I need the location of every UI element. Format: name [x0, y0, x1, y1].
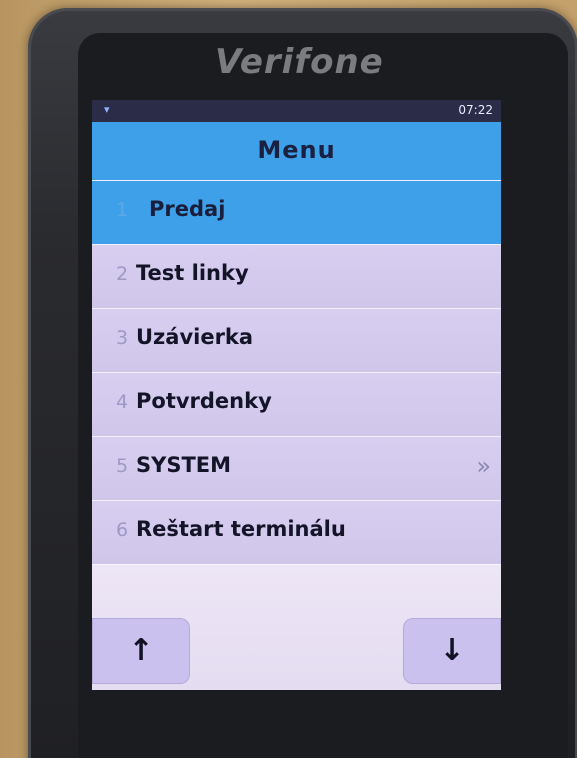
arrow-up-icon: ↑	[128, 633, 154, 668]
menu-item-label: Predaj	[149, 197, 226, 221]
menu-item-number: 1	[116, 199, 129, 221]
scroll-up-button[interactable]: ↑	[92, 618, 190, 684]
menu-item-number: 5	[116, 455, 129, 477]
menu-item-label: Test linky	[136, 261, 249, 285]
menu-item-number: 6	[116, 519, 129, 541]
scene: Verifone ▾ 07:22 Menu 1 Predaj 2 Test li…	[0, 0, 577, 758]
terminal-screen: ▾ 07:22 Menu 1 Predaj 2 Test linky 3 Uzá…	[92, 100, 501, 690]
menu-item-test-linky[interactable]: 2 Test linky	[92, 244, 501, 308]
scroll-down-button[interactable]: ↓	[403, 618, 501, 684]
wifi-icon: ▾	[104, 103, 110, 116]
menu-item-label: Reštart terminálu	[136, 517, 346, 541]
page-title: Menu	[257, 136, 336, 164]
menu-item-label: Uzávierka	[136, 325, 254, 349]
menu-item-label: Potvrdenky	[136, 389, 272, 413]
menu-item-predaj[interactable]: 1 Predaj	[92, 180, 501, 244]
chevron-right-double-icon: »	[476, 452, 491, 480]
arrow-down-icon: ↓	[439, 633, 465, 668]
status-bar: ▾ 07:22	[92, 100, 501, 122]
menu-header: Menu	[92, 122, 501, 180]
status-clock: 07:22	[458, 103, 493, 117]
brand-logo: Verifone	[215, 42, 384, 82]
menu-item-number: 4	[116, 391, 129, 413]
menu-item-system[interactable]: 5 SYSTEM »	[92, 436, 501, 500]
menu-item-number: 2	[116, 263, 129, 285]
menu-item-uzavierka[interactable]: 3 Uzávierka	[92, 308, 501, 372]
menu-item-label: SYSTEM	[136, 453, 232, 477]
menu-item-restart-terminalu[interactable]: 6 Reštart terminálu	[92, 500, 501, 564]
menu-item-potvrdenky[interactable]: 4 Potvrdenky	[92, 372, 501, 436]
menu-item-number: 3	[116, 327, 129, 349]
